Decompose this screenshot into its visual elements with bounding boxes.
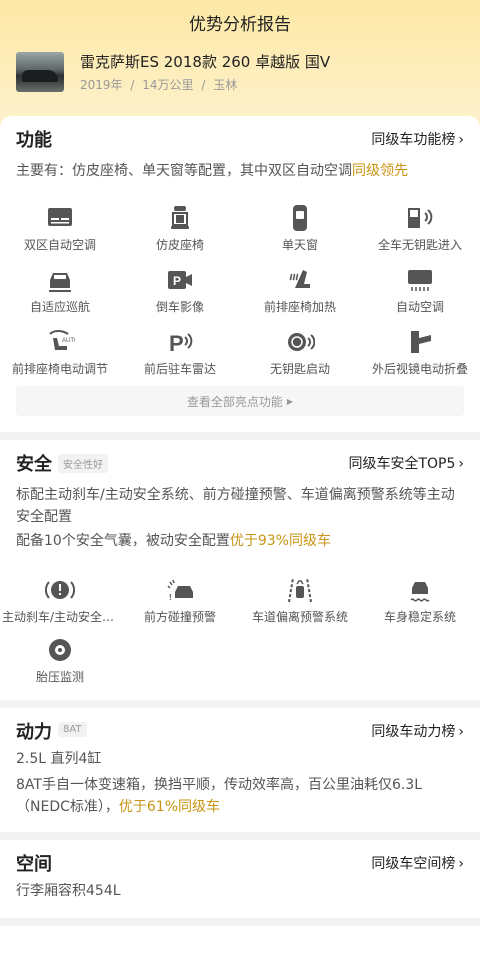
tire-pressure-icon xyxy=(49,639,71,661)
svg-text:P: P xyxy=(173,274,181,288)
function-rank-link[interactable]: 同级车功能榜 › xyxy=(371,129,464,149)
space-title: 空间 xyxy=(16,854,52,875)
function-desc: 主要有：仿皮座椅、单天窗等配置，其中双区自动空调同级领先 xyxy=(16,163,408,179)
section-divider xyxy=(0,918,480,926)
next-section-stub xyxy=(0,926,480,960)
chevron-right-icon: › xyxy=(458,724,464,740)
lane-departure-icon xyxy=(288,577,312,603)
feature-auto-ac[interactable]: 自动空调 xyxy=(360,266,480,324)
keyless-start-icon xyxy=(288,333,315,351)
car-mileage: 14万公里 xyxy=(142,78,194,92)
section-divider xyxy=(0,832,480,840)
feature-dual-zone-ac[interactable]: 双区自动空调 xyxy=(0,204,120,262)
power-desc: 8AT手自一体变速箱，换挡平顺，传动效率高，百公里油耗仅6.3L（NEDC标准）… xyxy=(16,777,423,815)
transmission-tag: 8AT xyxy=(58,722,87,737)
safety-section: 安全 安全性好 同级车安全TOP5 › 标配主动刹车/主动安全系统、前方碰撞预警、… xyxy=(0,440,480,700)
auto-ac-icon xyxy=(408,270,432,291)
feature-reverse-camera[interactable]: P 倒车影像 xyxy=(120,266,240,324)
svg-text:P: P xyxy=(169,331,184,356)
sunroof-icon xyxy=(293,205,307,231)
power-seat-icon: AUTO xyxy=(49,330,75,350)
car-thumbnail xyxy=(16,52,64,92)
svg-text:AUTO: AUTO xyxy=(62,338,75,344)
feature-leather-seat[interactable]: 仿皮座椅 xyxy=(120,204,240,262)
power-section: 动力 8AT 同级车动力榜 › 2.5L 直列4缸 8AT手自一体变速箱，换挡平顺… xyxy=(0,708,480,832)
car-info[interactable]: 雷克萨斯ES 2018款 260 卓越版 国V 2019年 / 14万公里 / … xyxy=(16,52,464,94)
section-divider xyxy=(0,432,480,440)
feature-adaptive-cruise[interactable]: 自适应巡航 xyxy=(0,266,120,324)
view-all-features-button[interactable]: 查看全部亮点功能 ▶ xyxy=(16,386,464,416)
car-year: 2019年 xyxy=(80,78,123,92)
feature-mirror-fold[interactable]: 外后视镜电动折叠 xyxy=(360,328,480,386)
page-title: 优势分析报告 xyxy=(189,14,291,35)
adaptive-cruise-icon xyxy=(49,273,71,292)
chevron-right-icon: › xyxy=(458,132,464,148)
safety-stability-control[interactable]: 车身稳定系统 xyxy=(360,576,480,634)
feature-power-seat[interactable]: AUTO 前排座椅电动调节 xyxy=(0,328,120,386)
safety-collision-warning[interactable]: ! 前方碰撞预警 xyxy=(120,576,240,634)
safety-title: 安全 xyxy=(16,454,52,475)
safety-lane-departure[interactable]: 车道偏离预警系统 xyxy=(240,576,360,634)
feature-parking-radar[interactable]: P 前后驻车雷达 xyxy=(120,328,240,386)
feature-sunroof[interactable]: 单天窗 xyxy=(240,204,360,262)
safety-active-brake[interactable]: 主动刹车/主动安全系统 xyxy=(0,576,120,634)
space-section: 空间 同级车空间榜 › 行李厢容积454L xyxy=(0,840,480,918)
power-title: 动力 xyxy=(16,722,52,743)
play-arrow-icon: ▶ xyxy=(286,396,294,406)
seat-heating-icon xyxy=(289,270,310,288)
car-title: 雷克萨斯ES 2018款 260 卓越版 国V xyxy=(80,53,331,71)
parking-radar-icon: P xyxy=(169,331,193,356)
collision-warning-icon: ! xyxy=(167,579,193,602)
section-divider xyxy=(0,700,480,708)
feature-keyless-entry[interactable]: 全车无钥匙进入 xyxy=(360,204,480,262)
engine-spec: 2.5L 直列4缸 xyxy=(16,751,102,767)
chevron-right-icon: › xyxy=(458,456,464,472)
active-brake-icon xyxy=(45,581,75,599)
page-header: 优势分析报告 xyxy=(0,0,480,44)
svg-text:!: ! xyxy=(169,593,172,602)
function-section: 功能 同级车功能榜 › 主要有：仿皮座椅、单天窗等配置，其中双区自动空调同级领先 … xyxy=(0,116,480,432)
space-rank-link[interactable]: 同级车空间榜 › xyxy=(371,853,464,873)
dual-zone-ac-icon xyxy=(48,208,72,226)
chevron-right-icon: › xyxy=(458,856,464,872)
car-meta: 2019年 / 14万公里 / 玉林 xyxy=(80,78,238,92)
feature-keyless-start[interactable]: 无钥匙启动 xyxy=(240,328,360,386)
safety-rank-link[interactable]: 同级车安全TOP5 › xyxy=(348,453,464,473)
safety-tire-pressure[interactable]: 胎压监测 xyxy=(0,636,120,694)
power-rank-link[interactable]: 同级车动力榜 › xyxy=(371,721,464,741)
function-title: 功能 xyxy=(16,130,52,151)
keyless-entry-icon xyxy=(408,208,433,228)
reverse-camera-icon: P xyxy=(168,271,192,289)
safety-desc-active: 标配主动刹车/主动安全系统、前方碰撞预警、车道偏离预警系统等主动安全配置 xyxy=(16,487,455,525)
feature-seat-heating[interactable]: 前排座椅加热 xyxy=(240,266,360,324)
trunk-volume: 行李厢容积454L xyxy=(16,883,121,899)
car-city: 玉林 xyxy=(213,78,238,92)
safety-desc-passive: 配备10个安全气囊，被动安全配置优于93%同级车 xyxy=(16,533,331,549)
leather-seat-icon xyxy=(171,206,189,229)
safety-tag: 安全性好 xyxy=(58,454,108,473)
mirror-fold-icon xyxy=(411,331,431,353)
stability-control-icon xyxy=(410,582,430,602)
